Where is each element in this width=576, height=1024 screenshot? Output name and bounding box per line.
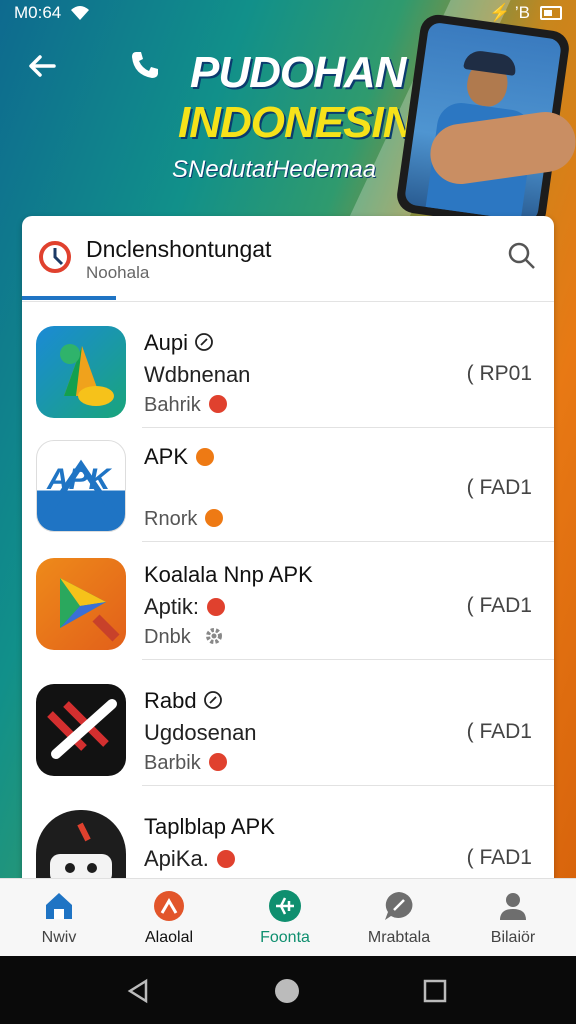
search-header[interactable]: Dnclenshontungat Noohala	[22, 216, 554, 302]
info-circle-icon	[203, 691, 222, 709]
list-item[interactable]: Rabd Ugdosenan Barbik ( FAD1	[22, 672, 554, 786]
heart-badge-icon	[208, 753, 227, 771]
list-item[interactable]: Aupi Wdbnenan Bahrik ( RP01	[22, 314, 554, 428]
clock-logo-icon	[39, 241, 71, 273]
wifi-icon	[71, 6, 90, 20]
nav-label: Bilaiör	[490, 929, 536, 946]
heart-badge-icon	[208, 395, 227, 413]
nav-item-chat[interactable]: Mrabtala	[354, 889, 444, 947]
app-category: Bahrik	[144, 394, 201, 416]
banner-title-line1: PUDOHAN	[190, 48, 406, 97]
home-icon	[46, 893, 72, 919]
app-icon-3	[36, 558, 126, 650]
nav-label: Alaolal	[144, 929, 194, 946]
search-icon[interactable]	[506, 240, 538, 272]
app-tag: ( FAD1	[466, 594, 532, 617]
app-tag: ( FAD1	[466, 720, 532, 743]
app-tag: ( FAD1	[466, 476, 532, 499]
app-tag: ( RP01	[466, 362, 532, 385]
back-arrow-icon[interactable]	[24, 48, 64, 88]
app-category: Barbik	[144, 752, 201, 774]
system-navigation-bar	[0, 956, 576, 1024]
app-name: Taplblap APK	[144, 814, 275, 839]
nav-item-profile[interactable]: Bilaiör	[468, 889, 558, 947]
app-list-card: Dnclenshontungat Noohala Aupi Wdbnenan B…	[22, 216, 554, 936]
nav-item-pin[interactable]: Alaolal	[124, 889, 214, 947]
app-name: Rabd	[144, 688, 197, 713]
nav-item-plane[interactable]: Foonta	[240, 889, 330, 947]
heart-badge-icon	[205, 509, 224, 527]
pin-icon	[154, 891, 184, 921]
banner-subtitle: SNedutatHedemaa	[172, 156, 377, 183]
info-circle-icon	[195, 333, 213, 351]
list-item[interactable]: APK APK Rnork ( FAD1	[22, 428, 554, 542]
app-category: Dnbk	[144, 626, 191, 648]
list-item[interactable]: Koalala Nnp APK Aptik: Dnbk ( FAD1	[22, 546, 554, 660]
info-badge-icon	[196, 448, 215, 466]
search-title: Dnclenshontungat	[86, 236, 272, 262]
status-right-text: ⚡ ’B	[488, 3, 530, 22]
search-active-underline	[22, 296, 116, 300]
chat-icon	[385, 892, 413, 920]
nav-label: Nwiv	[41, 929, 77, 946]
app-icon-4	[36, 684, 126, 776]
recents-square-icon[interactable]	[422, 978, 448, 1004]
back-triangle-icon[interactable]	[126, 978, 152, 1004]
app-tag: ( FAD1	[466, 846, 532, 869]
apk-icon-text: APK	[47, 463, 111, 496]
banner-title-line2: INDONESIN	[178, 98, 414, 147]
heart-badge-icon	[207, 598, 226, 616]
profile-icon	[500, 893, 526, 920]
apk-icon: APK	[36, 440, 126, 532]
bottom-navigation: Nwiv Alaolal Foonta Mrabtala Bilaiör	[0, 878, 576, 956]
battery-icon	[540, 6, 562, 20]
app-name: Aupi	[144, 330, 189, 355]
nav-item-home[interactable]: Nwiv	[14, 889, 104, 947]
nav-label: Mrabtala	[367, 929, 431, 946]
search-subtitle: Noohala	[86, 263, 150, 282]
phone-icon[interactable]	[128, 48, 168, 88]
status-time: M0:64	[14, 3, 62, 22]
app-subtitle: Ugdosenan	[144, 720, 257, 745]
heart-badge-icon	[216, 850, 235, 868]
app-icon-1	[36, 326, 126, 418]
app-category: Rnork	[144, 508, 198, 530]
home-circle-icon[interactable]	[274, 978, 300, 1004]
app-name: APK	[144, 444, 189, 469]
app-name: Koalala Nnp APK	[144, 562, 313, 587]
app-subtitle: ApiKa.	[144, 846, 209, 871]
plane-icon	[269, 890, 301, 922]
gear-icon	[206, 628, 223, 644]
app-subtitle: Wdbnenan	[144, 362, 251, 387]
nav-label: Foonta	[260, 929, 310, 946]
app-subtitle: Aptik:	[144, 594, 200, 619]
